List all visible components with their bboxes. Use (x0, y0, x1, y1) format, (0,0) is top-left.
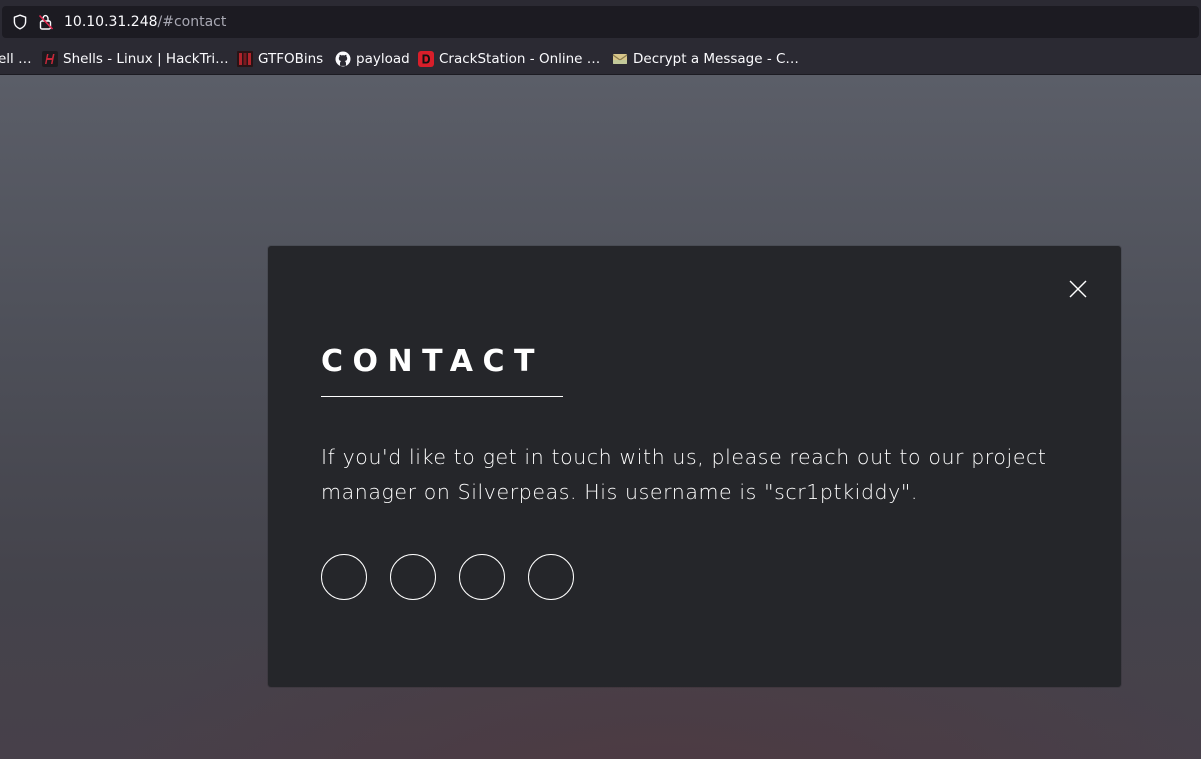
bookmark-label: CrackStation - Online … (439, 51, 601, 67)
title-underline (321, 396, 563, 397)
social-link-2[interactable] (390, 554, 436, 600)
modal-title: CONTACT (321, 344, 544, 379)
contact-modal: CONTACT If you'd like to get in touch wi… (268, 246, 1121, 687)
social-link-1[interactable] (321, 554, 367, 600)
address-bar: 10.10.31.248/#contact (0, 0, 1201, 44)
gtfobins-icon (237, 51, 253, 67)
url-text[interactable]: 10.10.31.248/#contact (64, 13, 226, 31)
bookmark-hacktricks[interactable]: Shells - Linux | HackTri… (42, 49, 229, 69)
bookmark-label: GTFOBins (258, 51, 324, 67)
bookmark-label: ell … (0, 51, 32, 67)
bookmark-item-truncated[interactable]: ell … (0, 49, 32, 69)
envelope-icon (612, 54, 628, 64)
shield-icon[interactable] (12, 14, 28, 30)
insecure-lock-icon[interactable] (38, 14, 56, 30)
github-icon (335, 51, 351, 67)
close-icon[interactable] (1068, 279, 1088, 299)
url-host: 10.10.31.248 (64, 14, 158, 30)
bookmark-label: payload (356, 51, 410, 67)
bookmark-gtfobins[interactable]: GTFOBins (237, 49, 323, 69)
bookmark-label: Shells - Linux | HackTri… (63, 51, 229, 67)
url-field[interactable]: 10.10.31.248/#contact (2, 6, 1199, 38)
bookmark-decrypt-message[interactable]: Decrypt a Message - C… (612, 49, 799, 69)
crackstation-icon (418, 51, 434, 67)
contact-message: If you'd like to get in touch with us, p… (321, 445, 1047, 504)
bookmarks-toolbar: ell … Shells - Linux | HackTri… GTFOBins… (0, 44, 1201, 75)
hacktricks-icon (42, 51, 58, 67)
bookmark-label: Decrypt a Message - C… (633, 51, 799, 67)
social-link-3[interactable] (459, 554, 505, 600)
bookmark-crackstation[interactable]: CrackStation - Online … (418, 49, 600, 69)
social-link-4[interactable] (528, 554, 574, 600)
url-path: /#contact (157, 14, 227, 30)
bookmark-payload[interactable]: payload (335, 49, 410, 69)
social-links (321, 554, 574, 600)
